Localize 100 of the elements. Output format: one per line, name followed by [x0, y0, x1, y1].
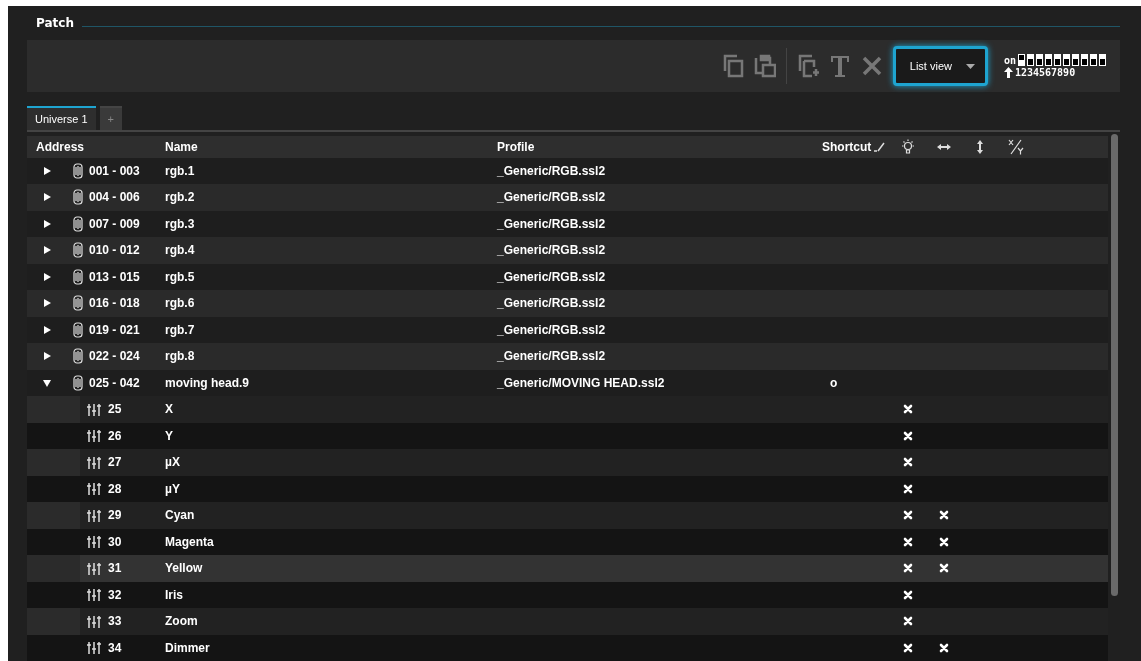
fader-icon	[86, 561, 102, 575]
fixture-row[interactable]: 016 - 018 rgb.6 _Generic/RGB.ssl2	[27, 290, 1108, 317]
fixture-row[interactable]: 022 - 024 rgb.8 _Generic/RGB.ssl2	[27, 343, 1108, 370]
caret-right-icon	[43, 246, 51, 255]
xy-icon	[1008, 138, 1024, 155]
channel-number: 32	[108, 587, 123, 602]
dip-switch[interactable]	[1054, 54, 1061, 66]
name-cell-text: rgb.3	[165, 216, 196, 231]
fixture-icon	[73, 348, 83, 365]
channel-name: Magenta	[165, 534, 215, 549]
panel-title: Patch	[35, 16, 74, 30]
add-copy-icon[interactable]	[796, 54, 819, 78]
view-select[interactable]: List view	[892, 46, 988, 86]
fixture-row[interactable]: 010 - 012 rgb.4 _Generic/RGB.ssl2	[27, 237, 1108, 264]
fader-icon	[86, 429, 102, 443]
dip-switch[interactable]	[1099, 54, 1106, 66]
name-cell-text: rgb.8	[165, 349, 196, 364]
caret-right-icon	[43, 325, 51, 334]
fader-icon	[86, 588, 102, 602]
horizontal-arrow-icon	[937, 142, 951, 151]
text-icon[interactable]	[828, 54, 851, 78]
dip-switch[interactable]	[1018, 54, 1025, 66]
profile-cell-text: _Generic/MOVING HEAD.ssl2	[497, 375, 666, 390]
dip-switch[interactable]	[1036, 54, 1043, 66]
dip-switch-label: on	[1003, 55, 1016, 66]
channel-name: µX	[165, 455, 181, 470]
name-cell-text: rgb.4	[165, 243, 196, 258]
profile-cell-text: _Generic/RGB.ssl2	[497, 216, 607, 231]
channel-number: 29	[108, 508, 123, 523]
fixture-icon	[73, 374, 83, 391]
profile-cell-text: _Generic/RGB.ssl2	[497, 243, 607, 258]
column-header: Address	[35, 139, 86, 154]
caret-right-icon	[43, 299, 51, 308]
name-cell-text: rgb.6	[165, 296, 196, 311]
address-cell-text: 022 - 024	[89, 349, 141, 364]
caret-icon	[965, 63, 975, 69]
address-cell-text: 007 - 009	[89, 216, 141, 231]
address-cell-text: 013 - 015	[89, 269, 141, 284]
dip-switch[interactable]	[1072, 54, 1079, 66]
column-header: Shortcut	[822, 139, 870, 154]
channel-number: 30	[108, 534, 123, 549]
channel-name: Dimmer	[165, 640, 211, 655]
profile-cell-text: _Generic/RGB.ssl2	[497, 296, 607, 311]
channel-number: 26	[108, 428, 123, 443]
channel-number: 27	[108, 455, 123, 470]
channel-number: 28	[108, 481, 123, 496]
copy-icon[interactable]	[721, 54, 744, 78]
fixture-icon	[73, 189, 83, 206]
fader-icon	[86, 402, 102, 416]
address-cell-text: 016 - 018	[89, 296, 141, 311]
name-cell-text: rgb.5	[165, 269, 196, 284]
dip-switch[interactable]	[1081, 54, 1088, 66]
channel-number: 31	[108, 561, 123, 576]
channel-name: µY	[165, 481, 181, 496]
dip-switch[interactable]	[1045, 54, 1052, 66]
caret-right-icon	[43, 166, 51, 175]
name-cell-text: rgb.2	[165, 190, 196, 205]
profile-cell-text: _Generic/RGB.ssl2	[497, 349, 607, 364]
vertical-arrow-icon	[976, 139, 984, 154]
dip-switch[interactable]	[1027, 54, 1034, 66]
fixture-icon	[73, 242, 83, 259]
scrollbar-thumb[interactable]	[1110, 134, 1118, 596]
paste-icon[interactable]	[753, 54, 776, 78]
shortcut-cell-text: o	[829, 375, 839, 390]
fader-icon	[86, 641, 102, 655]
channel-name: Yellow	[165, 561, 204, 576]
fixture-icon	[73, 268, 83, 285]
pen-icon	[873, 141, 887, 152]
universe-tab[interactable]: Universe 1	[27, 106, 96, 130]
fader-icon	[86, 614, 102, 628]
fixture-icon	[73, 215, 83, 232]
dip-switch[interactable]	[1063, 54, 1070, 66]
channel-row[interactable]: 31 Yellow	[27, 555, 1108, 582]
channel-number: 33	[108, 614, 123, 629]
caret-right-icon	[43, 219, 51, 228]
fader-icon	[86, 535, 102, 549]
caret-right-icon	[43, 272, 51, 281]
dip-switch-numbers: 1234567890	[1014, 67, 1076, 78]
profile-cell-text: _Generic/RGB.ssl2	[497, 269, 607, 284]
profile-cell-text: _Generic/RGB.ssl2	[497, 190, 607, 205]
profile-cell-text: _Generic/RGB.ssl2	[497, 322, 607, 337]
fixture-row[interactable]: 004 - 006 rgb.2 _Generic/RGB.ssl2	[27, 184, 1108, 211]
caret-down-icon	[43, 378, 51, 387]
fixture-icon	[73, 321, 83, 338]
channel-name: Cyan	[165, 508, 196, 523]
close-icon[interactable]	[860, 54, 883, 78]
fader-icon	[86, 455, 102, 469]
profile-cell-text: _Generic/RGB.ssl2	[497, 163, 607, 178]
channel-name: Zoom	[165, 614, 199, 629]
address-cell-text: 010 - 012	[89, 243, 141, 258]
channel-name: X	[165, 402, 174, 417]
fixture-icon	[73, 295, 83, 312]
name-cell-text: rgb.1	[165, 163, 196, 178]
fixture-icon	[73, 162, 83, 179]
dip-switch[interactable]	[1090, 54, 1097, 66]
address-cell-text: 004 - 006	[89, 190, 141, 205]
channel-number: 25	[108, 402, 123, 417]
channel-name: Iris	[165, 587, 184, 602]
caret-right-icon	[43, 193, 51, 202]
up-arrow-icon	[1003, 67, 1013, 78]
